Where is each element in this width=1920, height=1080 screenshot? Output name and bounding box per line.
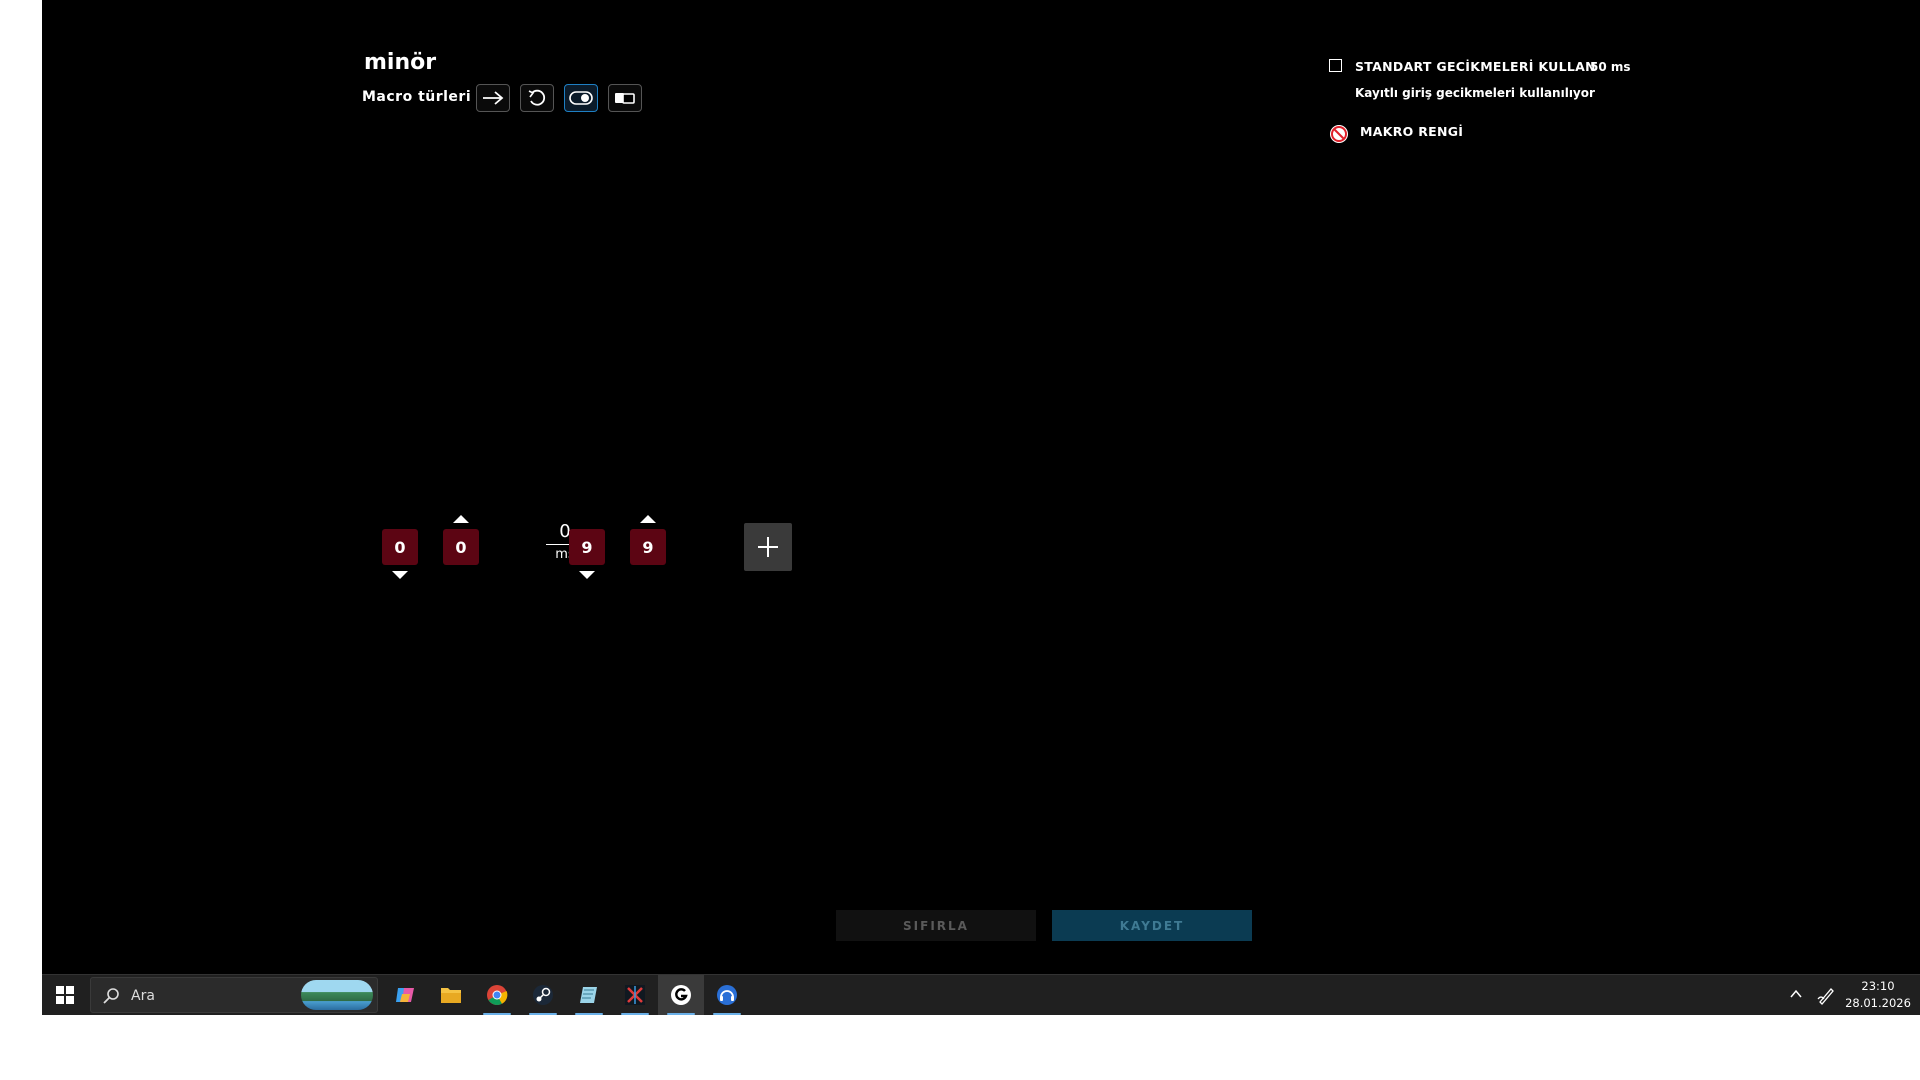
- key-label: 9: [581, 537, 593, 557]
- macro-types-label: Macro türleri: [362, 89, 472, 105]
- recorded-delays-note: Kayıtlı giriş gecikmeleri kullanılıyor: [1355, 86, 1595, 100]
- search-highlight-image: [301, 980, 373, 1010]
- no-color-icon[interactable]: [1329, 124, 1349, 144]
- headset-app-icon: [717, 985, 737, 1005]
- chrome-icon: [487, 985, 508, 1006]
- key-label: 9: [642, 537, 654, 557]
- windows-logo-icon: [56, 986, 74, 1004]
- key-event-9-up[interactable]: 9: [630, 529, 666, 565]
- game-icon: [625, 985, 645, 1005]
- running-indicator: [575, 1013, 603, 1015]
- macro-type-sequence-button[interactable]: [608, 84, 642, 112]
- search-placeholder: Ara: [131, 988, 155, 1004]
- taskbar-app-copilot[interactable]: [382, 975, 428, 1015]
- use-default-delays-checkbox[interactable]: [1329, 59, 1342, 72]
- use-default-delays-label: STANDART GECİKMELERİ KULLAN: [1355, 59, 1596, 74]
- macro-type-repeat-button[interactable]: [520, 84, 554, 112]
- sequence-icon: [615, 93, 635, 104]
- taskbar-app-chrome[interactable]: [474, 975, 520, 1015]
- macro-type-toggle-button[interactable]: [564, 84, 598, 112]
- key-event-0-up[interactable]: 0: [443, 529, 479, 565]
- taskbar-search-box[interactable]: Ara: [90, 977, 378, 1013]
- toggle-icon: [569, 91, 593, 105]
- running-indicator: [529, 1013, 557, 1015]
- search-icon: [103, 988, 119, 1004]
- plus-icon: [758, 537, 778, 557]
- key-label: 0: [394, 537, 406, 557]
- copilot-icon: [396, 988, 414, 1002]
- chevron-up-icon[interactable]: [1789, 987, 1803, 1001]
- running-indicator: [621, 1013, 649, 1015]
- key-label: 0: [455, 537, 467, 557]
- repeat-icon: [528, 89, 546, 106]
- running-indicator: [667, 1013, 695, 1015]
- taskbar-app-headset[interactable]: [704, 975, 750, 1015]
- clock-time: 23:10: [1861, 979, 1895, 993]
- key-down-arrow-icon: [579, 571, 595, 579]
- taskbar-app-game[interactable]: [612, 975, 658, 1015]
- start-button[interactable]: [42, 975, 88, 1015]
- macro-editor-window: minör Macro türleri STANDART GECİKMELERİ…: [42, 0, 1920, 974]
- key-up-arrow-icon: [640, 515, 656, 523]
- save-button[interactable]: KAYDET: [1052, 910, 1252, 941]
- taskbar-clock[interactable]: 23:10 28.01.2026: [1842, 978, 1914, 1012]
- clock-date: 28.01.2026: [1845, 996, 1911, 1010]
- key-up-arrow-icon: [453, 515, 469, 523]
- macro-title: minör: [364, 50, 437, 75]
- macro-type-single-button[interactable]: [476, 84, 510, 112]
- key-down-arrow-icon: [392, 571, 408, 579]
- key-event-0-down[interactable]: 0: [382, 529, 418, 565]
- taskbar-app-logitech-ghub[interactable]: [658, 975, 704, 1015]
- reset-button[interactable]: SIFIRLA: [836, 910, 1036, 941]
- default-delay-value: 50 ms: [1590, 60, 1631, 74]
- running-indicator: [483, 1013, 511, 1015]
- arrow-right-icon: [483, 91, 504, 105]
- steam-icon: [533, 985, 553, 1005]
- macro-color-label: MAKRO RENGİ: [1360, 124, 1464, 139]
- logitech-ghub-icon: [671, 985, 691, 1005]
- pen-icon[interactable]: [1817, 985, 1835, 1005]
- notes-icon: [580, 987, 597, 1003]
- running-indicator: [713, 1013, 741, 1015]
- file-explorer-icon: [441, 988, 461, 1003]
- taskbar: Ara 23:10 28.01.2026: [42, 974, 1920, 1015]
- add-event-button[interactable]: [744, 523, 792, 571]
- key-event-9-down[interactable]: 9: [569, 529, 605, 565]
- taskbar-app-notes[interactable]: [566, 975, 612, 1015]
- taskbar-app-steam[interactable]: [520, 975, 566, 1015]
- taskbar-app-file-explorer[interactable]: [428, 975, 474, 1015]
